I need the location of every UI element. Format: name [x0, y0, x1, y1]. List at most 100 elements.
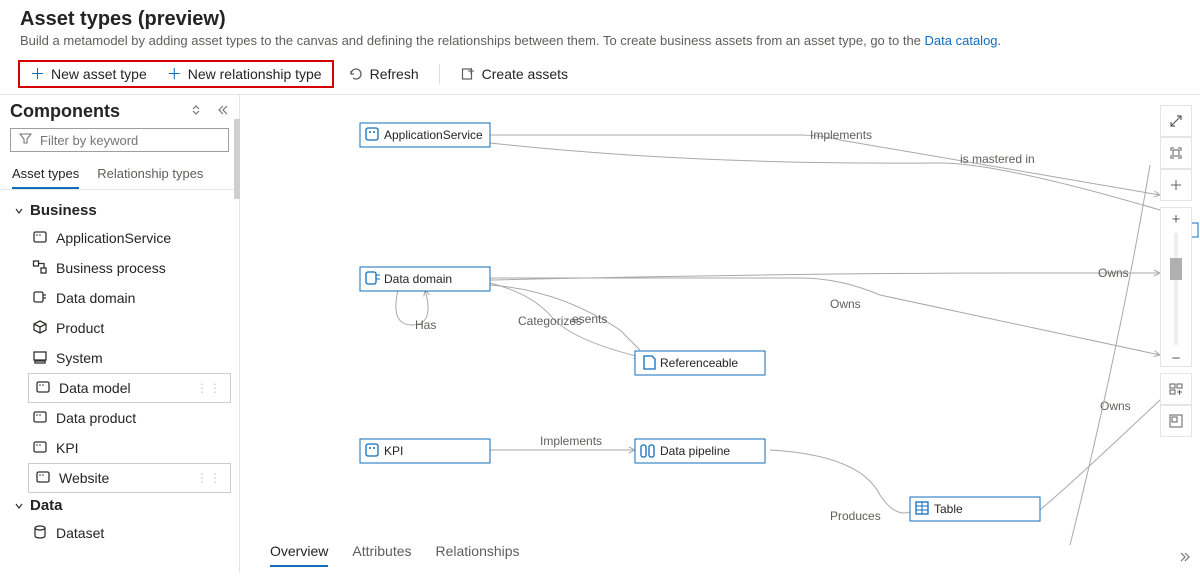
canvas-tools: + − — [1160, 105, 1192, 437]
group-business[interactable]: Business — [0, 198, 239, 223]
sidebar-item-data-product[interactable]: Data product — [0, 403, 239, 433]
domain-icon — [32, 289, 48, 308]
svg-text:Referenceable: Referenceable — [660, 356, 738, 370]
expand-panel-icon[interactable] — [1180, 550, 1194, 567]
highlight-box: ＋ New asset type ＋ New relationship type — [18, 60, 334, 88]
sidebar-item-website[interactable]: Website ⋮⋮ — [28, 463, 231, 493]
svg-text:ApplicationService: ApplicationService — [384, 128, 483, 142]
sidebar-item-data-model[interactable]: Data model⋮⋮ — [28, 373, 231, 403]
auto-layout-button[interactable] — [1160, 373, 1192, 405]
caret-down-icon — [14, 206, 24, 216]
data-catalog-link[interactable]: Data catalog — [925, 33, 998, 48]
node-data-domain[interactable]: Data domain — [360, 267, 490, 291]
tab-asset-types[interactable]: Asset types — [12, 158, 79, 189]
minimap-button[interactable] — [1160, 405, 1192, 437]
edge-has: Has — [415, 318, 436, 332]
create-assets-label: Create assets — [482, 66, 568, 82]
refresh-label: Refresh — [370, 66, 419, 82]
node-referenceable[interactable]: Referenceable — [635, 351, 765, 375]
sidebar: Components Asset types Relationship type… — [0, 95, 240, 573]
filter-icon — [19, 132, 32, 148]
list-item-label: System — [56, 350, 103, 366]
list-item-label: Data product — [56, 410, 136, 426]
caret-down-icon — [14, 501, 24, 511]
new-relationship-type-label: New relationship type — [188, 66, 322, 82]
edge-esents: esents — [572, 312, 607, 326]
refresh-icon — [348, 66, 364, 82]
detail-tabs: Overview Attributes Relationships — [270, 537, 520, 567]
edge-implements: Implements — [540, 434, 602, 448]
sidebar-item-data-domain[interactable]: Data domain — [0, 283, 239, 313]
edge-is-mastered-in: is mastered in — [960, 152, 1035, 166]
page-title: Asset types (preview) — [20, 8, 1180, 31]
node-kpi[interactable]: KPI — [360, 439, 490, 463]
refresh-button[interactable]: Refresh — [338, 62, 429, 86]
app-icon — [32, 439, 48, 458]
chevron-up-down-icon[interactable] — [189, 103, 203, 120]
sidebar-item-business-process[interactable]: Business process — [0, 253, 239, 283]
node-table[interactable]: Table — [910, 497, 1040, 521]
grip-icon[interactable]: ⋮⋮ — [196, 471, 222, 485]
svg-text:Table: Table — [934, 502, 963, 516]
layout: Components Asset types Relationship type… — [0, 95, 1200, 573]
components-header: Components — [0, 99, 239, 126]
grip-icon[interactable]: ⋮⋮ — [196, 381, 222, 395]
zoom-slider[interactable]: + − — [1160, 207, 1192, 367]
group-data[interactable]: Data — [0, 493, 239, 518]
edge-produces: Produces — [830, 509, 881, 523]
system-icon — [32, 349, 48, 368]
dataset-icon — [32, 524, 48, 543]
filter-box[interactable] — [10, 128, 229, 152]
tab-overview[interactable]: Overview — [270, 537, 328, 567]
list-item-label: ApplicationService — [56, 230, 171, 246]
zoom-thumb[interactable] — [1170, 258, 1182, 280]
plus-icon: ＋ — [167, 67, 182, 82]
fullscreen-button[interactable] — [1160, 105, 1192, 137]
list-item-label: Website — [59, 470, 109, 486]
sidebar-tree: Business ApplicationService Business pro… — [0, 190, 239, 556]
canvas[interactable]: Implements is mastered in Owns Owns Has … — [240, 95, 1200, 573]
tab-relationships[interactable]: Relationships — [436, 537, 520, 567]
new-relationship-type-button[interactable]: ＋ New relationship type — [157, 62, 332, 86]
app-icon — [35, 469, 51, 488]
zoom-out-icon[interactable]: − — [1172, 351, 1181, 366]
page-subtitle-text: Build a metamodel by adding asset types … — [20, 33, 925, 48]
create-assets-icon — [460, 66, 476, 82]
list-item-label: Dataset — [56, 525, 104, 541]
list-item-label: Data domain — [56, 290, 135, 306]
app-icon — [32, 409, 48, 428]
tab-attributes[interactable]: Attributes — [352, 537, 411, 567]
list-item-label: Product — [56, 320, 104, 336]
svg-text:KPI: KPI — [384, 444, 403, 458]
plus-icon: ＋ — [30, 67, 45, 82]
zoom-in-icon[interactable]: + — [1172, 212, 1181, 227]
sidebar-item-product[interactable]: Product — [0, 313, 239, 343]
cube-icon — [32, 319, 48, 338]
components-title: Components — [10, 101, 120, 122]
list-item-label: KPI — [56, 440, 79, 456]
sidebar-item-kpi[interactable]: KPI — [0, 433, 239, 463]
new-asset-type-label: New asset type — [51, 66, 147, 82]
node-data-pipeline[interactable]: Data pipeline — [635, 439, 765, 463]
sidebar-item-system[interactable]: System — [0, 343, 239, 373]
page-subtitle: Build a metamodel by adding asset types … — [20, 33, 1180, 48]
add-node-button[interactable] — [1160, 169, 1192, 201]
sidebar-item-dataset[interactable]: Dataset — [0, 518, 239, 548]
app-icon — [35, 379, 51, 398]
node-applicationservice[interactable]: ApplicationService — [360, 123, 490, 147]
new-asset-type-button[interactable]: ＋ New asset type — [20, 62, 157, 86]
svg-text:Data pipeline: Data pipeline — [660, 444, 730, 458]
collapse-left-icon[interactable] — [215, 103, 229, 120]
page-header: Asset types (preview) Build a metamodel … — [0, 0, 1200, 52]
group-business-label: Business — [30, 202, 97, 219]
create-assets-button[interactable]: Create assets — [450, 62, 578, 86]
filter-input[interactable] — [38, 132, 220, 149]
edge-owns: Owns — [1098, 266, 1129, 280]
group-data-label: Data — [30, 497, 63, 514]
edge-owns: Owns — [830, 297, 861, 311]
edge-owns: Owns — [1100, 399, 1131, 413]
tab-relationship-types[interactable]: Relationship types — [97, 158, 203, 189]
sidebar-tabs: Asset types Relationship types — [0, 158, 239, 190]
fit-to-screen-button[interactable] — [1160, 137, 1192, 169]
sidebar-item-applicationservice[interactable]: ApplicationService — [0, 223, 239, 253]
